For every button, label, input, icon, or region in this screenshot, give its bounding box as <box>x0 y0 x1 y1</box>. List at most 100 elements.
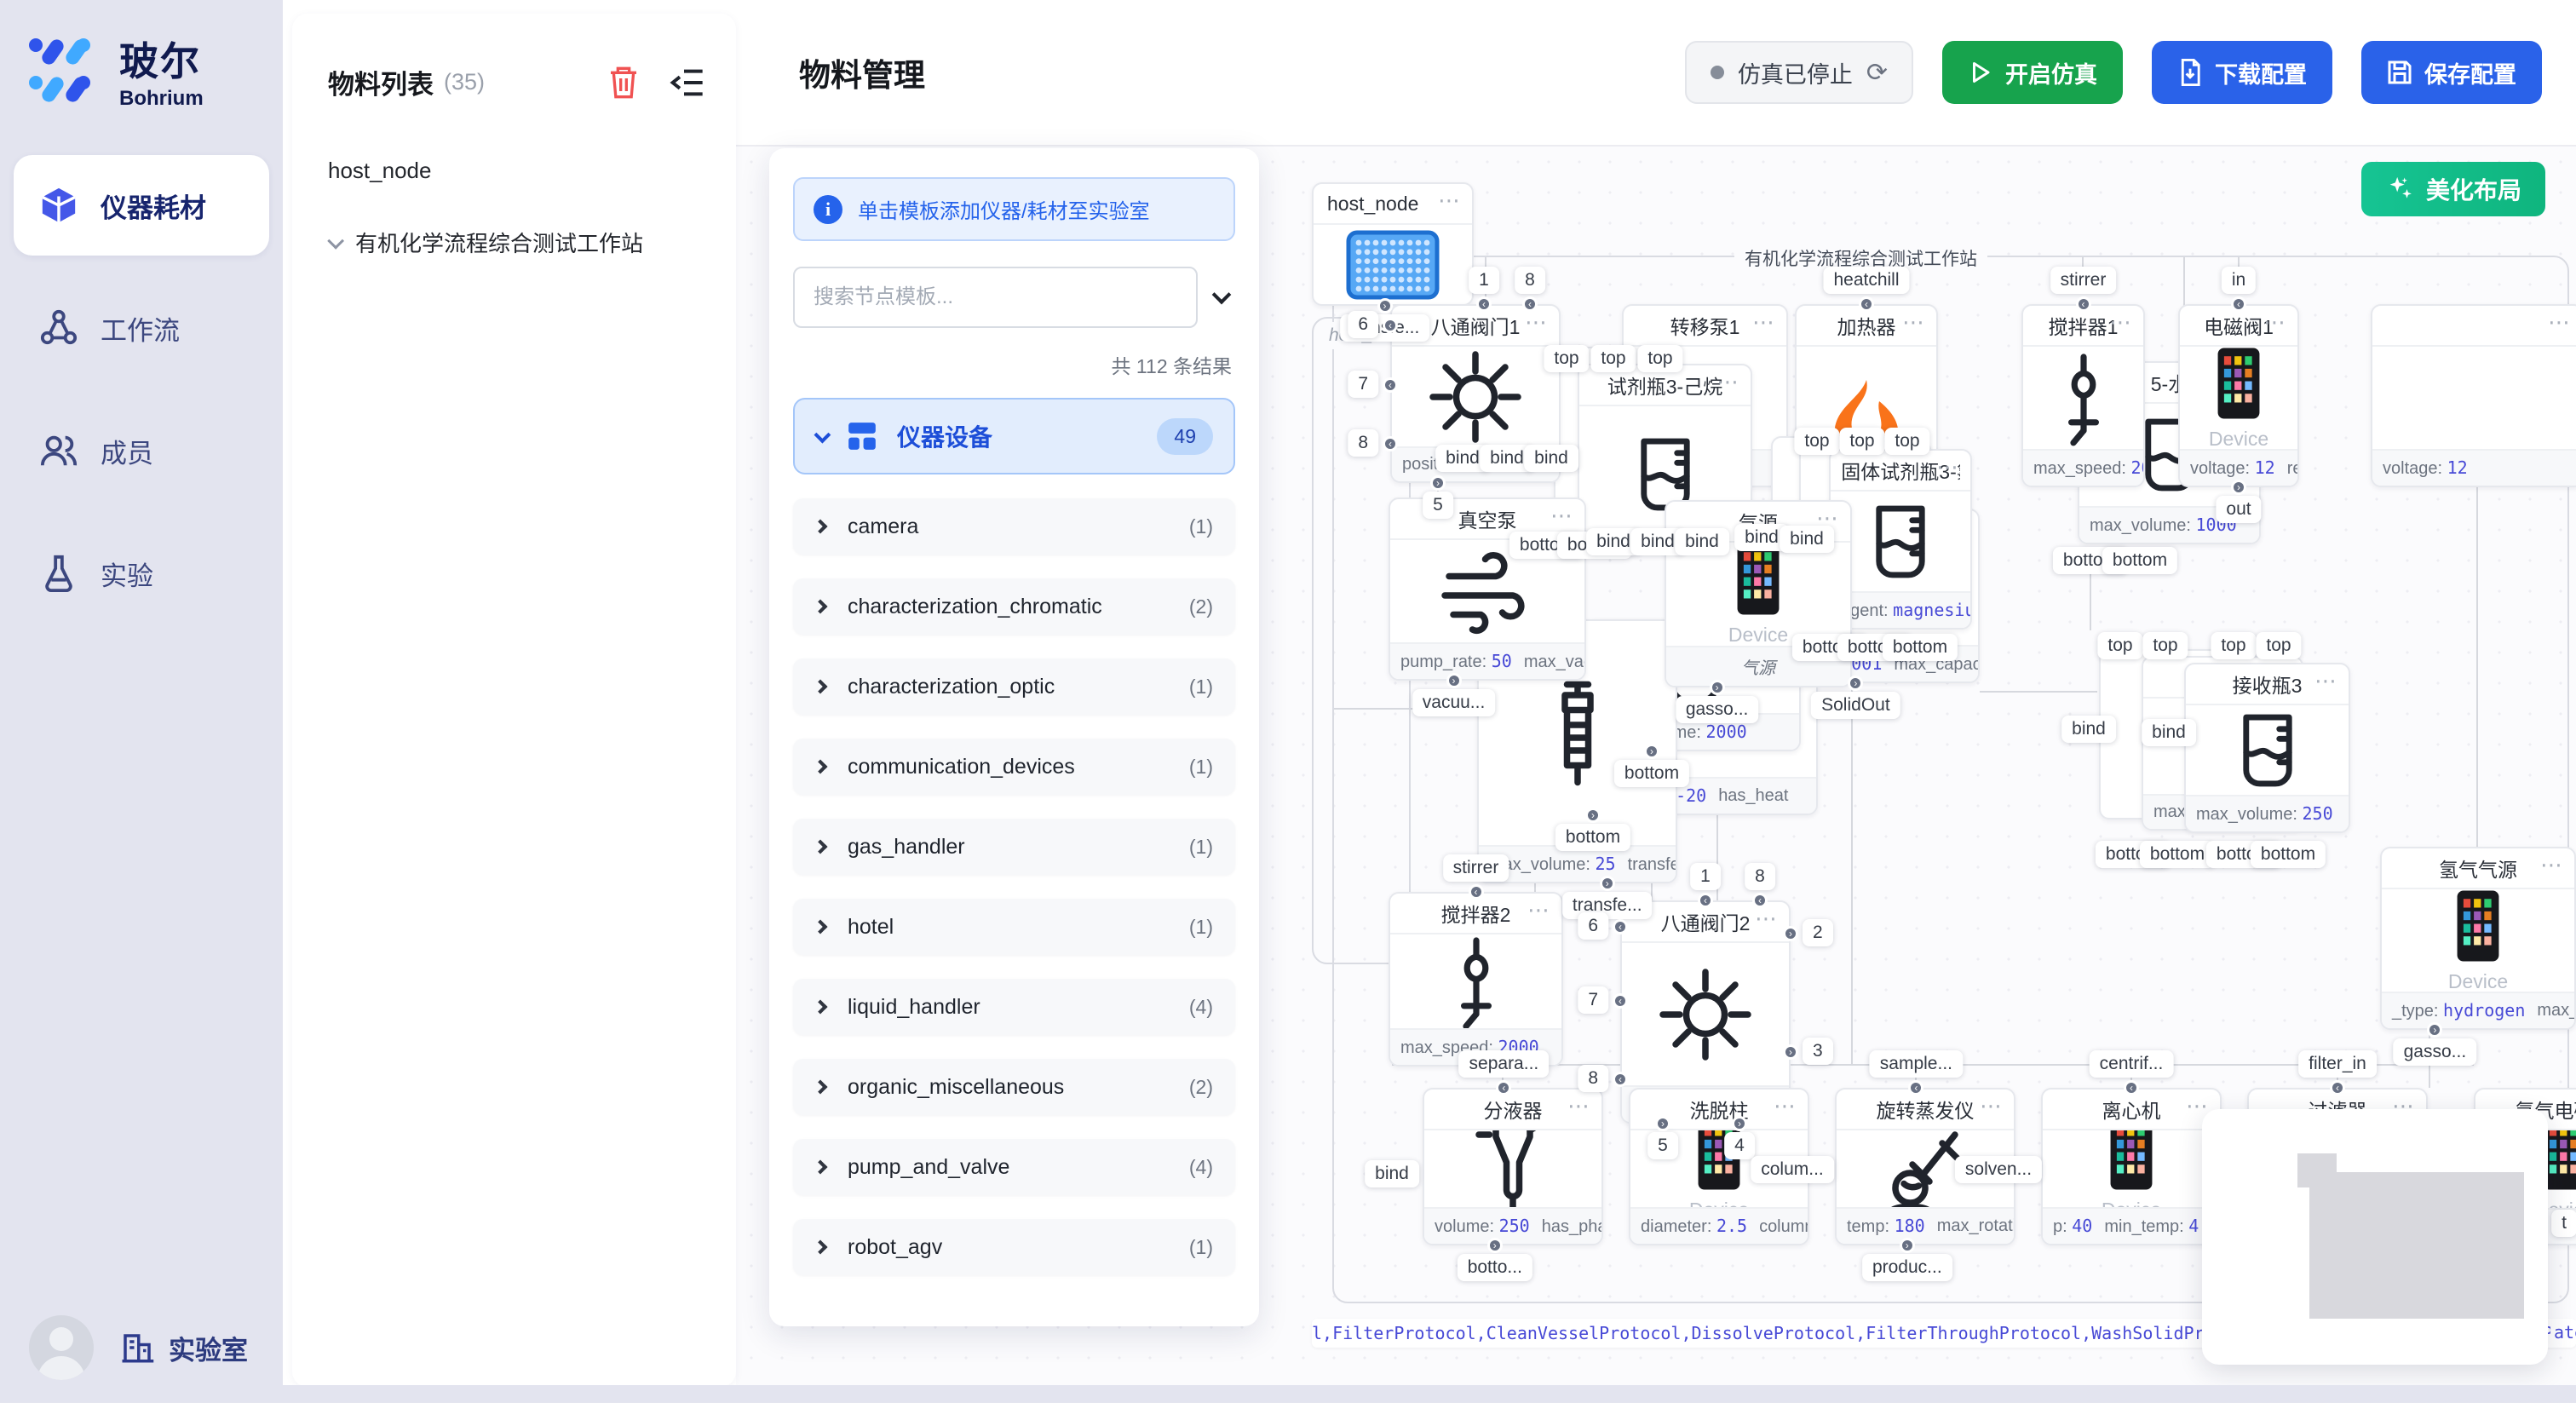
tree-item[interactable] <box>328 558 736 611</box>
port-dot[interactable]: › <box>1732 1116 1747 1131</box>
port-dot[interactable]: ‹ <box>1383 377 1398 393</box>
port-dot[interactable]: ‹ <box>1469 884 1484 900</box>
port-chip[interactable]: 8 <box>1348 429 1378 457</box>
minimap-content[interactable] <box>2309 1172 2524 1319</box>
tree-item[interactable] <box>328 769 736 822</box>
port-chip[interactable]: sample... <box>1870 1050 1963 1078</box>
port-chip[interactable]: produc... <box>1862 1254 1952 1281</box>
tree-item[interactable] <box>328 664 736 716</box>
collapse-panel-icon[interactable] <box>670 66 707 100</box>
sidebar-item-users[interactable]: 成员 <box>14 400 269 501</box>
port-chip[interactable]: colum... <box>1751 1156 1834 1183</box>
port-chip[interactable]: bottom <box>2140 841 2215 868</box>
port-chip[interactable]: bind <box>1524 445 1578 472</box>
port-dot[interactable]: › <box>1644 744 1659 759</box>
port-dot[interactable]: ‹ <box>2124 1080 2139 1095</box>
port-dot[interactable]: ‹ <box>1859 296 1874 312</box>
port-chip[interactable]: centrif... <box>2090 1050 2174 1078</box>
port-chip[interactable]: bind <box>1675 528 1729 555</box>
template-item[interactable]: hotel (1) <box>793 899 1235 955</box>
port-chip[interactable]: 5 <box>1423 492 1453 519</box>
port-dot[interactable]: ‹ <box>1613 993 1628 1009</box>
simulation-status[interactable]: 仿真已停止 ⟳ <box>1685 41 1913 104</box>
port-chip[interactable]: separa... <box>1459 1050 1550 1078</box>
port-chip[interactable]: out <box>2216 496 2261 523</box>
port-chip[interactable]: 6 <box>1578 912 1608 940</box>
port-dot[interactable]: ‹ <box>1476 296 1492 312</box>
port-chip[interactable]: top <box>2142 632 2188 659</box>
port-chip[interactable]: bottom <box>1614 760 1689 787</box>
port-dot[interactable]: ‹ <box>1613 1072 1628 1087</box>
port-chip[interactable]: stirrer <box>2050 267 2117 294</box>
template-item[interactable]: characterization_chromatic (2) <box>793 578 1235 635</box>
tree-item[interactable] <box>328 294 736 347</box>
trash-icon[interactable] <box>607 64 641 101</box>
port-chip[interactable]: 8 <box>1745 863 1775 890</box>
port-chip[interactable]: top <box>2211 632 2256 659</box>
port-dot[interactable]: › <box>1783 1044 1798 1060</box>
chevron-down-icon[interactable] <box>1212 285 1232 305</box>
tree-item[interactable] <box>328 1086 736 1139</box>
port-dot[interactable]: › <box>1446 673 1462 688</box>
port-dot[interactable]: ‹ <box>1522 296 1538 312</box>
sidebar-item-workflow[interactable]: 工作流 <box>14 278 269 378</box>
port-chip[interactable]: 5 <box>1647 1132 1678 1159</box>
port-chip[interactable]: bind <box>1365 1160 1419 1187</box>
port-chip[interactable]: bottom <box>2251 841 2326 868</box>
port-chip[interactable]: bind <box>2061 716 2116 743</box>
port-dot[interactable]: › <box>1710 680 1725 695</box>
tree-item[interactable] <box>328 1297 736 1350</box>
category-instruments[interactable]: 仪器设备 49 <box>793 398 1235 474</box>
tree-item[interactable] <box>328 1033 736 1086</box>
tree-item[interactable] <box>328 875 736 928</box>
port-chip[interactable]: top <box>1884 428 1929 455</box>
port-chip[interactable]: 1 <box>1469 267 1499 294</box>
tree-item[interactable] <box>328 505 736 558</box>
refresh-icon[interactable]: ⟳ <box>1866 58 1888 88</box>
port-dot[interactable]: › <box>1430 475 1446 491</box>
sidebar-item-lab[interactable]: 实验室 <box>119 1329 248 1367</box>
port-chip[interactable]: heatchill <box>1823 267 1909 294</box>
sidebar-item-flask[interactable]: 实验 <box>14 523 269 624</box>
port-dot[interactable]: › <box>1900 1238 1915 1253</box>
tree-item[interactable] <box>328 822 736 875</box>
template-item[interactable]: camera (1) <box>793 498 1235 555</box>
port-chip[interactable]: stirrer <box>1443 854 1509 882</box>
template-item[interactable]: robot_agv (1) <box>793 1219 1235 1275</box>
tree-item[interactable] <box>328 716 736 769</box>
save-config-button[interactable]: 保存配置 <box>2361 41 2542 104</box>
port-chip[interactable]: 3 <box>1803 1038 1833 1065</box>
port-chip[interactable]: top <box>2097 632 2142 659</box>
port-chip[interactable]: bottom <box>2102 547 2177 574</box>
port-chip[interactable]: 1 <box>1690 863 1721 890</box>
port-dot[interactable]: › <box>1377 298 1393 313</box>
port-dot[interactable]: ‹ <box>1496 1080 1511 1095</box>
sidebar-item-cube[interactable]: 仪器耗材 <box>14 155 269 256</box>
port-chip[interactable]: SolidOut <box>1811 692 1900 719</box>
port-chip[interactable]: top <box>1839 428 1884 455</box>
port-chip[interactable]: top <box>1544 345 1589 372</box>
port-dot[interactable]: ‹ <box>1752 893 1768 908</box>
tree-item[interactable] <box>328 1139 736 1192</box>
port-chip[interactable]: bottom <box>1555 824 1630 851</box>
avatar[interactable] <box>29 1315 94 1380</box>
port-dot[interactable]: ‹ <box>2231 296 2246 312</box>
tree-group-workstation[interactable]: 有机化学流程综合测试工作站 <box>328 227 736 258</box>
template-item[interactable]: organic_miscellaneous (2) <box>793 1059 1235 1115</box>
tree-item[interactable] <box>328 400 736 452</box>
port-chip[interactable]: 4 <box>1724 1132 1755 1159</box>
port-chip[interactable]: 7 <box>1348 371 1378 398</box>
beautify-layout-button[interactable]: 美化布局 <box>2361 162 2545 216</box>
port-chip[interactable]: solven... <box>1955 1156 2042 1183</box>
tree-item[interactable] <box>328 611 736 664</box>
port-chip[interactable]: gasso... <box>2394 1038 2477 1066</box>
port-dot[interactable]: › <box>1487 1238 1503 1253</box>
port-chip[interactable]: filter_in <box>2298 1050 2377 1078</box>
search-input[interactable] <box>793 267 1198 328</box>
port-dot[interactable]: ‹ <box>2076 296 2091 312</box>
port-chip[interactable]: 7 <box>1578 986 1608 1014</box>
template-item[interactable]: communication_devices (1) <box>793 739 1235 795</box>
port-chip[interactable]: 8 <box>1515 267 1545 294</box>
port-chip[interactable]: top <box>1590 345 1636 372</box>
tree-item[interactable] <box>328 980 736 1033</box>
